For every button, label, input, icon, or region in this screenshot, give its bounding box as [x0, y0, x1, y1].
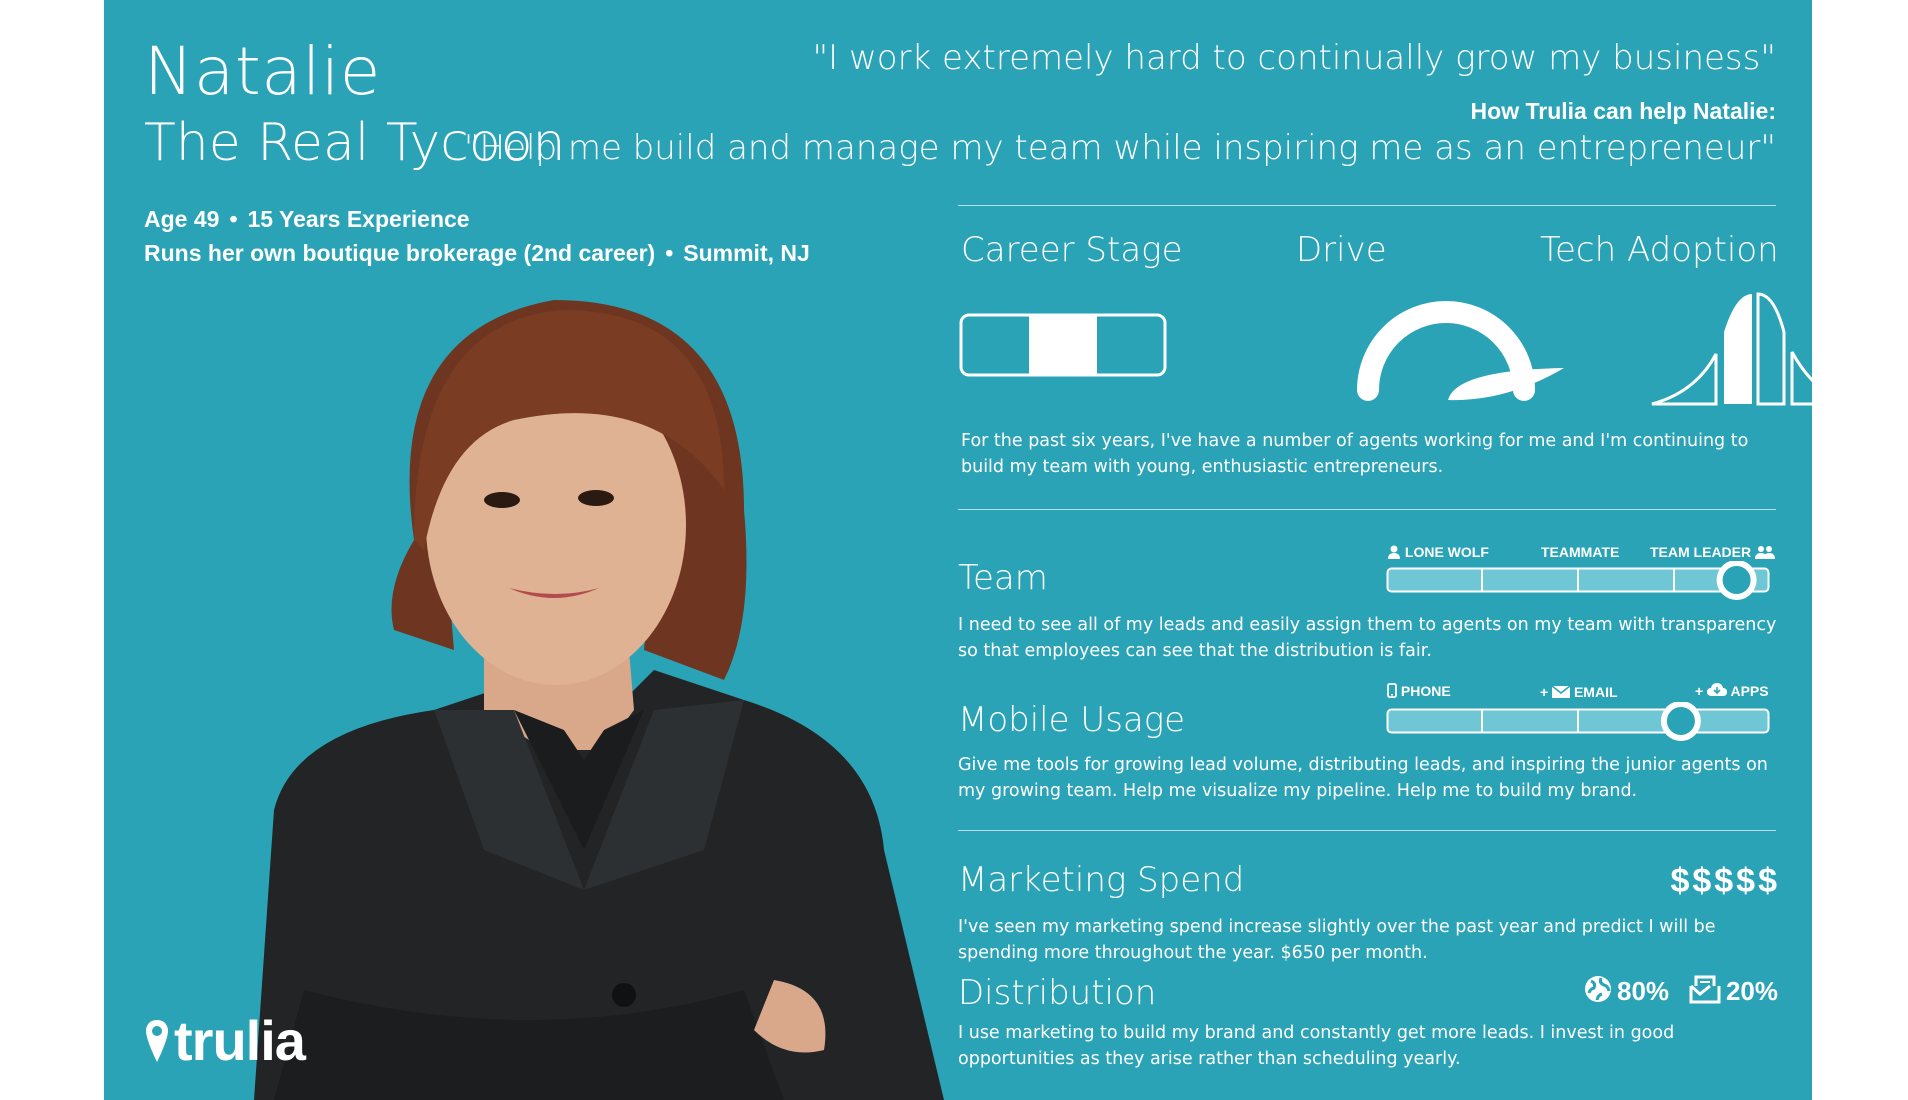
marketing-spend-title: Marketing Spend — [958, 860, 1245, 900]
map-pin-icon — [146, 1020, 168, 1062]
team-slider[interactable] — [1386, 561, 1774, 600]
user-icon — [1388, 545, 1400, 559]
motto-quote: "I work extremely hard to continually gr… — [812, 38, 1777, 78]
globe-icon — [1584, 976, 1611, 1002]
scale-label-phone: PHONE — [1387, 683, 1451, 699]
cloud-icon — [1707, 683, 1728, 696]
career-stage-label: Career Stage — [961, 230, 1183, 270]
persona-meta-line-2: Runs her own boutique brokerage (2nd car… — [144, 240, 810, 266]
distribution-title: Distribution — [958, 973, 1157, 1013]
persona-age: Age 49 — [144, 206, 220, 232]
career-stage-fill — [1029, 315, 1097, 375]
trulia-logo: trulia — [144, 1008, 306, 1073]
help-quote: "Help me build and manage my team while … — [463, 128, 1776, 168]
print-percent: 20% — [1725, 976, 1778, 1006]
email-icon — [1551, 685, 1571, 698]
scale-label-email: + EMAIL — [1540, 684, 1618, 700]
career-stage-gauge — [959, 313, 1167, 377]
phone-icon — [1387, 683, 1397, 698]
distribution-description: I use marketing to build my brand and co… — [958, 1023, 1675, 1069]
marketing-description: I've seen my marketing spend increase sl… — [958, 917, 1716, 963]
print-icon — [1689, 975, 1720, 1004]
persona-experience: 15 Years Experience — [247, 206, 470, 232]
trulia-wordmark: trulia — [174, 1009, 306, 1072]
persona-card: Natalie The Real Tycoon Age 49 • 15 Years … — [104, 0, 1812, 1100]
persona-meta-line-1: Age 49 • 15 Years Experience — [144, 206, 470, 232]
team-description: I need to see all of my leads and easily… — [958, 615, 1777, 661]
tech-adoption-curve — [1651, 292, 1812, 406]
career-description: For the past six years, I've have a numb… — [961, 431, 1749, 477]
distribution-breakdown: 80% 20% — [1583, 974, 1778, 1007]
drive-gauge — [1357, 301, 1564, 401]
persona-name: Natalie — [144, 33, 381, 110]
help-label: How Trulia can help Natalie: — [1470, 98, 1776, 124]
marketing-spend-dollars: $$$$$ — [1670, 862, 1780, 900]
mobile-slider[interactable] — [1386, 702, 1774, 741]
team-title: Team — [958, 558, 1048, 598]
users-icon — [1755, 546, 1776, 559]
drive-label: Drive — [1296, 230, 1387, 270]
persona-occupation: Runs her own boutique brokerage (2nd car… — [144, 240, 656, 266]
persona-location: Summit, NJ — [683, 240, 810, 266]
divider — [958, 205, 1776, 206]
scale-label-team-leader: TEAM LEADER — [1650, 544, 1776, 560]
persona-photo — [254, 300, 944, 1100]
mobile-usage-title: Mobile Usage — [958, 700, 1186, 740]
scale-label-apps: + APPS — [1695, 683, 1769, 699]
team-slider-knob[interactable] — [1716, 561, 1757, 600]
mobile-description: Give me tools for growing lead volume, d… — [958, 755, 1768, 801]
scale-label-lone-wolf: LONE WOLF — [1387, 544, 1489, 560]
divider — [958, 509, 1776, 510]
divider — [958, 830, 1776, 831]
tech-adoption-label: Tech Adoption — [1540, 230, 1779, 270]
scale-label-teammate: TEAMMATE — [1541, 544, 1620, 560]
online-percent: 80% — [1617, 976, 1670, 1006]
mobile-slider-knob[interactable] — [1660, 702, 1701, 741]
